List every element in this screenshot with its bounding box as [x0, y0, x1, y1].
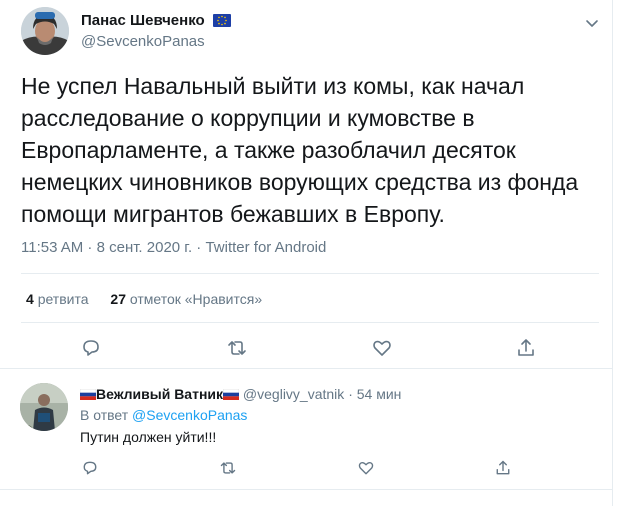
reply-author-avatar[interactable]: [20, 383, 68, 431]
retweet-icon[interactable]: [226, 337, 248, 359]
reply-tweet[interactable]: Вежливый Ватник @veglivy_vatnik · 54 мин…: [0, 369, 612, 490]
reply-icon[interactable]: [80, 337, 102, 359]
russian-flag-icon: [222, 387, 240, 403]
retweet-icon[interactable]: [219, 459, 237, 477]
reply-time[interactable]: · 54 мин: [348, 386, 401, 402]
share-icon[interactable]: [494, 459, 512, 477]
tweet-text-line: расследование о коррупции и кумовстве в: [21, 105, 475, 131]
reply-to-prefix: В ответ: [80, 407, 129, 423]
like-icon[interactable]: [357, 459, 375, 477]
reply-author-name[interactable]: Вежливый Ватник: [96, 386, 223, 402]
share-icon[interactable]: [515, 337, 537, 359]
reply-to-line: В ответ @SevcenkoPanas: [80, 407, 247, 423]
tweet-stats: 4 ретвита 27 отметок «Нравится»: [26, 291, 280, 307]
author-handle[interactable]: @SevcenkoPanas: [81, 33, 205, 50]
like-icon[interactable]: [371, 337, 393, 359]
retweets-label: ретвита: [37, 291, 89, 307]
tweet-text-line: помощи мигрантов бежавших в Европу.: [21, 201, 445, 227]
reply-header: Вежливый Ватник @veglivy_vatnik · 54 мин: [79, 386, 401, 403]
author-name-text[interactable]: Панас Шевченко: [81, 12, 205, 29]
retweets-count: 4: [26, 291, 34, 307]
twitter-page: Панас Шевченко @SevcenkoPanas Не успел Н…: [0, 0, 613, 506]
retweets-stat[interactable]: 4 ретвита: [26, 291, 89, 307]
likes-label: отметок «Нравится»: [129, 291, 263, 307]
reply-author-handle[interactable]: @veglivy_vatnik: [243, 386, 344, 402]
tweet-text-line: Не успел Навальный выйти из комы, как на…: [21, 73, 525, 99]
likes-count: 27: [110, 291, 126, 307]
divider: [21, 273, 599, 274]
tweet-text-line: немецких чиновников ворующих средства из…: [21, 169, 579, 195]
chevron-down-icon[interactable]: [582, 13, 602, 33]
eu-flag-icon: [212, 14, 231, 31]
russian-flag-icon: [79, 387, 97, 403]
author-avatar[interactable]: [21, 7, 69, 55]
tweet-timestamp[interactable]: 11:53 AM · 8 сент. 2020 г. · Twitter for…: [21, 239, 326, 256]
tweet-text-line: Европарламенте, а также разоблачил десят…: [21, 137, 516, 163]
author-name[interactable]: Панас Шевченко: [81, 12, 231, 31]
reply-icon[interactable]: [81, 459, 99, 477]
reply-to-handle-link[interactable]: @SevcenkoPanas: [132, 407, 247, 423]
divider: [21, 322, 599, 323]
likes-stat[interactable]: 27 отметок «Нравится»: [110, 291, 262, 307]
tweet-text: Не успел Навальный выйти из комы, как на…: [21, 70, 596, 230]
reply-text: Путин должен уйти!!!: [80, 429, 217, 445]
main-tweet: Панас Шевченко @SevcenkoPanas Не успел Н…: [0, 0, 612, 369]
